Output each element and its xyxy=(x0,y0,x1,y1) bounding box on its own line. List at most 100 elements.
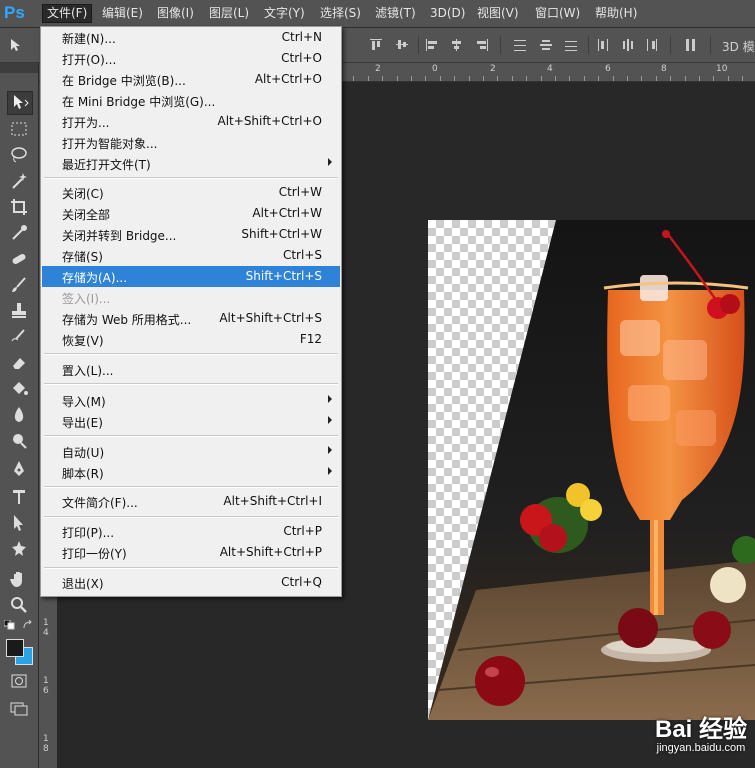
ruler-tick xyxy=(512,76,513,81)
menu-item-save-as[interactable]: 存储为(A)... Shift+Ctrl+S xyxy=(42,266,340,287)
baidu-jingyan-watermark: Bai 经验 jingyan.baidu.com xyxy=(655,709,747,754)
eyedropper-tool-icon[interactable] xyxy=(9,223,29,243)
menu-select[interactable]: 选择(S) xyxy=(316,5,365,22)
auto-align-icon[interactable] xyxy=(683,37,699,53)
menu-item-open-recent[interactable]: 最近打开文件(T) xyxy=(42,153,340,174)
blur-tool-icon[interactable] xyxy=(9,405,29,425)
ruler-label: 8 xyxy=(661,64,667,74)
menu-separator xyxy=(44,384,338,385)
submenu-arrow-icon xyxy=(328,416,332,424)
distribute-bottom-icon[interactable] xyxy=(563,37,579,53)
menu-item-open-as[interactable]: 打开为... Alt+Shift+Ctrl+O xyxy=(42,111,340,132)
menu-image[interactable]: 图像(I) xyxy=(153,5,198,22)
dodge-tool-icon[interactable] xyxy=(9,431,29,451)
menu-item-scripts[interactable]: 脚本(R) xyxy=(42,462,340,483)
distribute-top-icon[interactable] xyxy=(512,37,528,53)
menu-item-check-in: 签入(I)... xyxy=(62,292,111,306)
foreground-color-swatch[interactable] xyxy=(6,639,24,657)
menu-filter[interactable]: 滤镜(T) xyxy=(371,5,420,22)
eraser-tool-icon[interactable] xyxy=(9,353,29,373)
move-tool-icon[interactable] xyxy=(7,91,33,115)
ruler-tick xyxy=(656,76,657,81)
menu-item-exit[interactable]: 退出(X) Ctrl+Q xyxy=(42,572,340,593)
menu-item-save[interactable]: 存储(S) Ctrl+S xyxy=(42,245,340,266)
menu-view[interactable]: 视图(V) xyxy=(473,5,523,22)
menu-type[interactable]: 文字(Y) xyxy=(260,5,309,22)
pen-tool-icon[interactable] xyxy=(9,459,29,479)
menu-file[interactable]: 文件(F) xyxy=(42,4,93,23)
history-brush-tool-icon[interactable] xyxy=(9,327,29,347)
path-selection-tool-icon[interactable] xyxy=(9,513,29,533)
ruler-tick xyxy=(742,76,743,81)
menu-item-import[interactable]: 导入(M) xyxy=(42,390,340,411)
menu-item-close[interactable]: 关闭(C) Ctrl+W xyxy=(42,182,340,203)
hand-tool-icon[interactable] xyxy=(9,569,29,589)
document-canvas[interactable] xyxy=(428,220,755,720)
marquee-tool-icon[interactable] xyxy=(9,119,29,139)
menu-separator xyxy=(44,436,338,437)
custom-shape-tool-icon[interactable] xyxy=(9,539,29,559)
menu-item-print[interactable]: 打印(P)... Ctrl+P xyxy=(42,521,340,542)
menu-item-open[interactable]: 打开(O)... Ctrl+O xyxy=(42,48,340,69)
magic-wand-tool-icon[interactable] xyxy=(9,171,29,191)
ruler-tick xyxy=(411,76,412,81)
menu-help[interactable]: 帮助(H) xyxy=(591,5,641,22)
ruler-tick xyxy=(469,76,470,81)
ruler-tick xyxy=(541,76,542,81)
menu-item-save-for-web[interactable]: 存储为 Web 所用格式... Alt+Shift+Ctrl+S xyxy=(42,308,340,329)
align-vcenter-icon[interactable] xyxy=(394,37,410,53)
menu-item-open-smart-object[interactable]: 打开为智能对象... xyxy=(42,132,340,153)
screen-mode-icon[interactable] xyxy=(9,699,29,719)
brush-tool-icon[interactable] xyxy=(9,275,29,295)
healing-brush-tool-icon[interactable] xyxy=(9,249,29,269)
ruler-tick xyxy=(685,76,686,81)
menu-edit[interactable]: 编辑(E) xyxy=(98,5,147,22)
menu-3d[interactable]: 3D(D) xyxy=(426,5,469,22)
options-separator xyxy=(670,36,671,54)
default-colors-icon[interactable] xyxy=(4,620,16,630)
menu-separator xyxy=(44,517,338,518)
lasso-tool-icon[interactable] xyxy=(9,145,29,165)
ruler-tick xyxy=(497,76,498,81)
ruler-tick xyxy=(641,76,642,81)
menu-item-revert[interactable]: 恢复(V) F12 xyxy=(42,329,340,350)
ruler-label: 6 xyxy=(605,64,611,74)
ruler-label: 6 xyxy=(43,686,49,696)
align-left-icon[interactable] xyxy=(424,37,440,53)
menu-item-automate[interactable]: 自动(U) xyxy=(42,441,340,462)
ruler-label: 10 xyxy=(716,64,728,74)
ruler-tick xyxy=(397,76,398,81)
ruler-tick xyxy=(368,76,369,81)
menu-item-place[interactable]: 置入(L)... xyxy=(42,359,340,380)
menu-item-browse-bridge[interactable]: 在 Bridge 中浏览(B)... Alt+Ctrl+O xyxy=(42,69,340,90)
align-hcenter-icon[interactable] xyxy=(449,37,465,53)
menu-item-new[interactable]: 新建(N)... Ctrl+N xyxy=(42,27,340,48)
distribute-hcenter-icon[interactable] xyxy=(620,37,636,53)
paint-bucket-tool-icon[interactable] xyxy=(9,379,29,399)
distribute-vcenter-icon[interactable] xyxy=(538,37,554,53)
ruler-label: 2 xyxy=(375,64,381,74)
menu-item-export[interactable]: 导出(E) xyxy=(42,411,340,432)
ruler-label: 8 xyxy=(43,744,49,754)
crop-tool-icon[interactable] xyxy=(9,197,29,217)
align-right-icon[interactable] xyxy=(474,37,490,53)
zoom-tool-icon[interactable] xyxy=(9,595,29,615)
clone-stamp-tool-icon[interactable] xyxy=(9,301,29,321)
type-tool-icon[interactable] xyxy=(9,487,29,507)
menu-item-print-one-copy[interactable]: 打印一份(Y) Alt+Shift+Ctrl+P xyxy=(42,542,340,563)
align-top-icon[interactable] xyxy=(368,37,384,53)
menu-window[interactable]: 窗口(W) xyxy=(531,5,584,22)
ruler-tick xyxy=(728,76,729,81)
quick-mask-icon[interactable] xyxy=(9,671,29,691)
menu-item-file-info[interactable]: 文件简介(F)... Alt+Shift+Ctrl+I xyxy=(42,491,340,512)
menu-layer[interactable]: 图层(L) xyxy=(205,5,253,22)
menu-item-close-go-bridge[interactable]: 关闭并转到 Bridge... Shift+Ctrl+W xyxy=(42,224,340,245)
distribute-left-icon[interactable] xyxy=(595,37,611,53)
move-tool-icon[interactable] xyxy=(8,37,24,53)
toolbox-grip[interactable] xyxy=(0,63,38,73)
distribute-right-icon[interactable] xyxy=(644,37,660,53)
menu-item-close-all[interactable]: 关闭全部 Alt+Ctrl+W xyxy=(42,203,340,224)
menu-item-browse-mini-bridge[interactable]: 在 Mini Bridge 中浏览(G)... xyxy=(42,90,340,111)
swap-colors-icon[interactable] xyxy=(22,620,34,630)
watermark-url: jingyan.baidu.com xyxy=(656,742,746,754)
